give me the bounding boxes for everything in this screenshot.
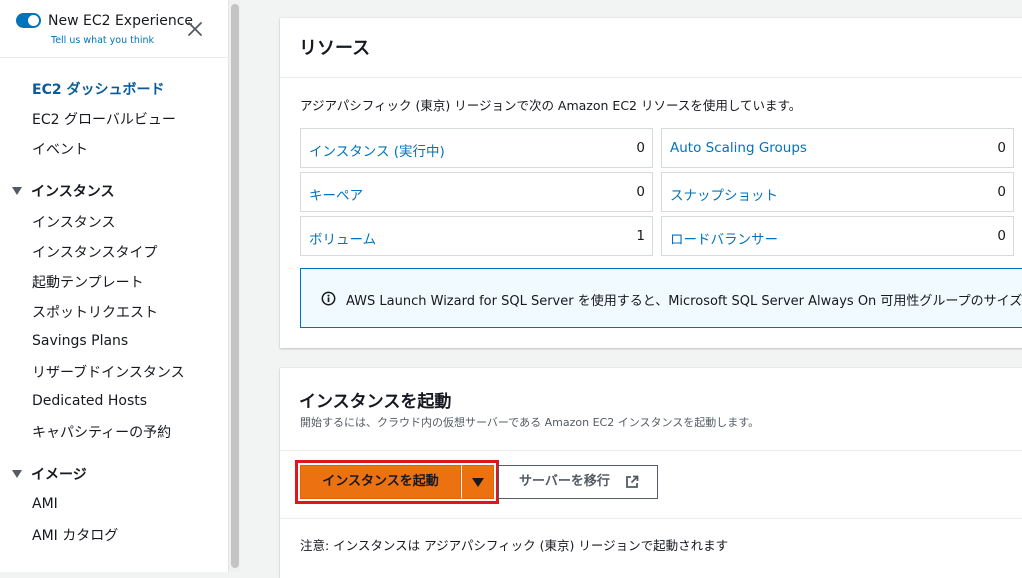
sidebar: New EC2 Experience Tell us what you thin… xyxy=(0,0,228,572)
nav-section-images[interactable]: イメージ xyxy=(12,464,87,484)
nav-instance-types[interactable]: インスタンスタイプ xyxy=(32,242,157,262)
launch-region-note: 注意: インスタンスは アジアパシフィック (東京) リージョンで起動されます xyxy=(300,538,729,553)
launch-wizard-info-text: AWS Launch Wizard for SQL Server を使用すると、… xyxy=(346,294,1022,309)
nav-ami-catalog[interactable]: AMI カタログ xyxy=(32,525,118,545)
resource-label[interactable]: ロードバランサー xyxy=(670,228,778,248)
sidebar-scrollbar[interactable] xyxy=(228,0,240,572)
caret-down-icon xyxy=(12,470,22,478)
launch-wizard-info-alert: AWS Launch Wizard for SQL Server を使用すると、… xyxy=(300,268,1022,328)
nav-ec2-dashboard[interactable]: EC2 ダッシュボード xyxy=(32,79,164,99)
nav-section-instances[interactable]: インスタンス xyxy=(12,181,114,201)
migrate-server-label: サーバーを移行 xyxy=(519,474,610,489)
resource-cell-auto-scaling-groups[interactable]: Auto Scaling Groups 0 xyxy=(661,128,1014,168)
nav-capacity-reservations[interactable]: キャパシティーの予約 xyxy=(32,422,171,442)
launch-instance-description: 開始するには、クラウド内の仮想サーバーである Amazon EC2 インスタンス… xyxy=(300,416,760,429)
resource-label[interactable]: スナップショット xyxy=(670,184,778,204)
nav-reserved-instances[interactable]: リザーブドインスタンス xyxy=(32,362,185,382)
resource-cell-key-pairs[interactable]: キーペア 0 xyxy=(300,172,653,212)
resource-label[interactable]: Auto Scaling Groups xyxy=(670,140,807,156)
caret-down-icon xyxy=(12,187,22,195)
toggle-knob xyxy=(28,15,39,26)
resource-label[interactable]: インスタンス (実行中) xyxy=(309,140,445,160)
launch-instance-panel: インスタンスを起動 開始するには、クラウド内の仮想サーバーである Amazon … xyxy=(280,368,1022,578)
resource-label[interactable]: キーペア xyxy=(309,184,363,204)
divider xyxy=(280,518,1022,519)
nav-section-images-label: イメージ xyxy=(31,467,87,483)
caret-down-icon xyxy=(472,478,484,487)
new-experience-title: New EC2 Experience xyxy=(48,13,194,29)
nav-section-instances-label: インスタンス xyxy=(31,184,115,200)
resource-cell-volumes[interactable]: ボリューム 1 xyxy=(300,216,653,256)
resource-cell-snapshots[interactable]: スナップショット 0 xyxy=(661,172,1014,212)
resource-count: 0 xyxy=(636,184,645,200)
resource-count: 0 xyxy=(997,140,1006,156)
resource-label[interactable]: ボリューム xyxy=(309,228,376,248)
scrollbar-thumb[interactable] xyxy=(231,4,239,568)
resource-count: 0 xyxy=(636,140,645,156)
nav-events[interactable]: イベント xyxy=(32,139,88,159)
new-experience-toggle[interactable] xyxy=(16,13,41,28)
migrate-server-button[interactable]: サーバーを移行 xyxy=(498,465,658,499)
launch-instance-dropdown-button[interactable] xyxy=(461,465,494,499)
nav-ec2-global-view[interactable]: EC2 グローバルビュー xyxy=(32,109,176,129)
external-link-icon xyxy=(626,475,639,488)
resource-count: 0 xyxy=(997,184,1006,200)
nav-dedicated-hosts[interactable]: Dedicated Hosts xyxy=(32,393,147,409)
resources-panel: リソース アジアパシフィック (東京) リージョンで次の Amazon EC2 … xyxy=(280,18,1022,348)
nav-ami[interactable]: AMI xyxy=(32,496,58,512)
close-icon[interactable] xyxy=(186,20,204,38)
nav-spot-requests[interactable]: スポットリクエスト xyxy=(32,302,158,322)
resource-count: 0 xyxy=(997,228,1006,244)
resources-header: リソース xyxy=(280,18,1022,78)
launch-instance-button[interactable]: インスタンスを起動 xyxy=(300,465,461,499)
info-icon xyxy=(321,291,336,306)
feedback-link[interactable]: Tell us what you think xyxy=(51,35,154,46)
new-experience-header: New EC2 Experience Tell us what you thin… xyxy=(0,0,228,58)
launch-instance-title: インスタンスを起動 xyxy=(299,392,452,412)
nav-savings-plans[interactable]: Savings Plans xyxy=(32,333,128,349)
nav-launch-templates[interactable]: 起動テンプレート xyxy=(32,272,144,292)
divider xyxy=(280,450,1022,451)
resource-cell-load-balancers[interactable]: ロードバランサー 0 xyxy=(661,216,1014,256)
resource-count: 1 xyxy=(636,228,645,244)
resource-cell-running-instances[interactable]: インスタンス (実行中) 0 xyxy=(300,128,653,168)
nav-instances[interactable]: インスタンス xyxy=(32,212,115,232)
resources-title: リソース xyxy=(299,38,371,59)
resources-description: アジアパシフィック (東京) リージョンで次の Amazon EC2 リソースを… xyxy=(300,98,802,113)
